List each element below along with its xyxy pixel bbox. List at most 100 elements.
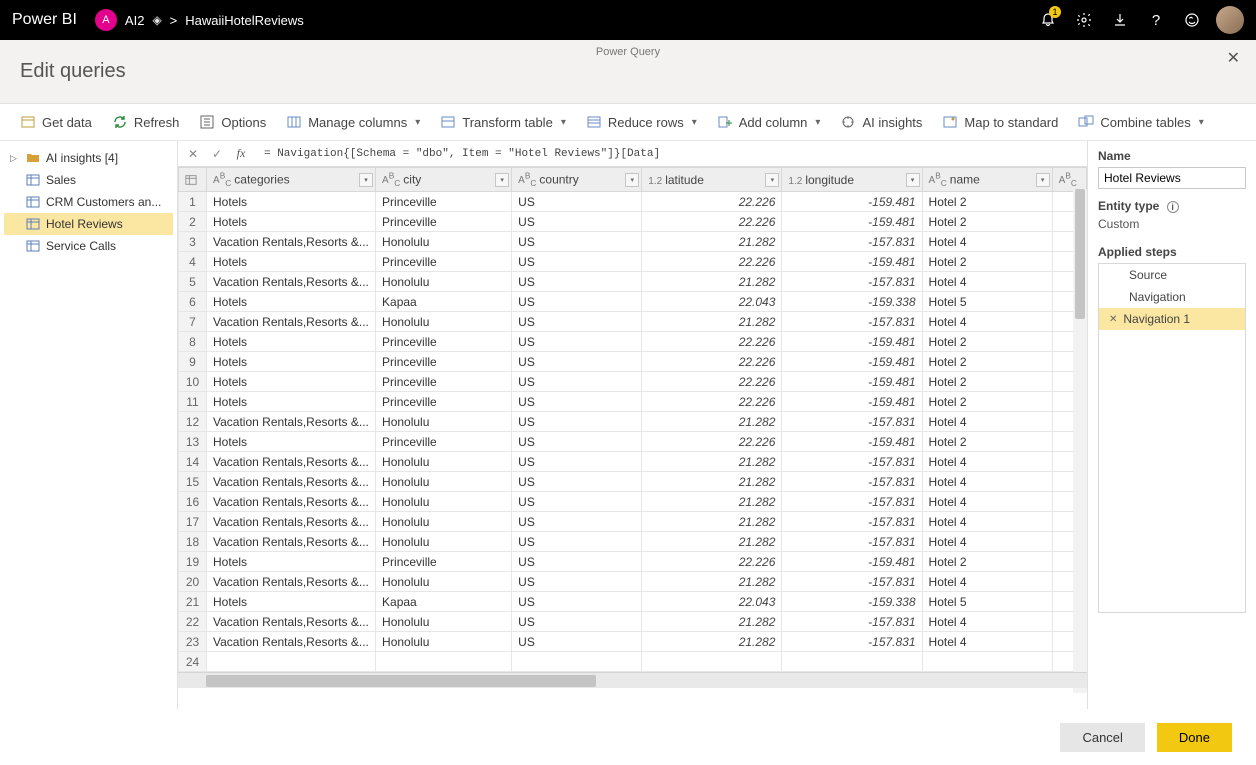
cell-city[interactable]: Honolulu xyxy=(376,632,512,652)
table-row[interactable]: 10 Hotels Princeville US 22.226 -159.481… xyxy=(179,372,1087,392)
cell-name[interactable]: Hotel 2 xyxy=(922,212,1052,232)
table-row[interactable]: 18 Vacation Rentals,Resorts &... Honolul… xyxy=(179,532,1087,552)
query-name-input[interactable] xyxy=(1098,167,1246,189)
cell-country[interactable]: US xyxy=(512,532,642,552)
horizontal-scrollbar[interactable] xyxy=(178,672,1087,688)
cell-country[interactable] xyxy=(512,652,642,672)
cell-longitude[interactable]: -157.831 xyxy=(782,472,922,492)
row-number[interactable]: 24 xyxy=(179,652,207,672)
table-row[interactable]: 19 Hotels Princeville US 22.226 -159.481… xyxy=(179,552,1087,572)
cell-country[interactable]: US xyxy=(512,432,642,452)
cell-city[interactable]: Honolulu xyxy=(376,412,512,432)
feedback-button[interactable] xyxy=(1174,0,1210,40)
cell-latitude[interactable]: 22.226 xyxy=(642,352,782,372)
file-name[interactable]: HawaiiHotelReviews xyxy=(185,13,304,28)
cell-country[interactable]: US xyxy=(512,292,642,312)
cell-country[interactable]: US xyxy=(512,272,642,292)
column-header[interactable]: ABCcategories▾ xyxy=(207,168,376,192)
cell-country[interactable]: US xyxy=(512,572,642,592)
cell-name[interactable]: Hotel 4 xyxy=(922,452,1052,472)
filter-dropdown-icon[interactable]: ▾ xyxy=(359,173,373,187)
cell-latitude[interactable]: 21.282 xyxy=(642,232,782,252)
cell-latitude[interactable]: 22.226 xyxy=(642,372,782,392)
formula-accept-button[interactable]: ✓ xyxy=(208,145,226,163)
cell-country[interactable]: US xyxy=(512,252,642,272)
cell-longitude[interactable]: -159.481 xyxy=(782,392,922,412)
table-row[interactable]: 5 Vacation Rentals,Resorts &... Honolulu… xyxy=(179,272,1087,292)
row-number[interactable]: 9 xyxy=(179,352,207,372)
cell-name[interactable]: Hotel 4 xyxy=(922,612,1052,632)
cell-latitude[interactable]: 22.226 xyxy=(642,392,782,412)
cell-categories[interactable]: Hotels xyxy=(207,552,376,572)
cell-categories[interactable] xyxy=(207,652,376,672)
cell-longitude[interactable]: -157.831 xyxy=(782,492,922,512)
table-row[interactable]: 4 Hotels Princeville US 22.226 -159.481 … xyxy=(179,252,1087,272)
cell-country[interactable]: US xyxy=(512,512,642,532)
cell-longitude[interactable]: -159.481 xyxy=(782,332,922,352)
cell-longitude[interactable]: -157.831 xyxy=(782,612,922,632)
cell-city[interactable]: Princeville xyxy=(376,372,512,392)
cell-name[interactable]: Hotel 5 xyxy=(922,592,1052,612)
user-avatar[interactable] xyxy=(1216,6,1244,34)
row-number[interactable]: 7 xyxy=(179,312,207,332)
table-row[interactable]: 9 Hotels Princeville US 22.226 -159.481 … xyxy=(179,352,1087,372)
cell-country[interactable]: US xyxy=(512,492,642,512)
cell-name[interactable]: Hotel 4 xyxy=(922,572,1052,592)
cell-city[interactable]: Princeville xyxy=(376,352,512,372)
cell-longitude[interactable]: -159.481 xyxy=(782,372,922,392)
add-column-button[interactable]: Add column ▾ xyxy=(709,110,829,134)
table-row[interactable]: 13 Hotels Princeville US 22.226 -159.481… xyxy=(179,432,1087,452)
cell-name[interactable]: Hotel 2 xyxy=(922,372,1052,392)
row-number[interactable]: 3 xyxy=(179,232,207,252)
cell-country[interactable]: US xyxy=(512,472,642,492)
options-button[interactable]: Options xyxy=(191,110,274,134)
workspace-name[interactable]: AI2 xyxy=(125,13,145,28)
row-number[interactable]: 21 xyxy=(179,592,207,612)
cell-name[interactable]: Hotel 4 xyxy=(922,272,1052,292)
cell-city[interactable] xyxy=(376,652,512,672)
cell-longitude[interactable]: -157.831 xyxy=(782,512,922,532)
cell-categories[interactable]: Vacation Rentals,Resorts &... xyxy=(207,472,376,492)
cell-latitude[interactable]: 22.226 xyxy=(642,332,782,352)
cell-country[interactable]: US xyxy=(512,412,642,432)
cell-city[interactable]: Princeville xyxy=(376,432,512,452)
manage-columns-button[interactable]: Manage columns ▾ xyxy=(278,110,428,134)
query-item[interactable]: Service Calls xyxy=(4,235,173,257)
column-header[interactable]: ABCname▾ xyxy=(922,168,1052,192)
table-row[interactable]: 17 Vacation Rentals,Resorts &... Honolul… xyxy=(179,512,1087,532)
cell-city[interactable]: Princeville xyxy=(376,332,512,352)
cell-name[interactable]: Hotel 4 xyxy=(922,412,1052,432)
cell-name[interactable]: Hotel 4 xyxy=(922,232,1052,252)
cell-longitude[interactable] xyxy=(782,652,922,672)
refresh-button[interactable]: Refresh xyxy=(104,110,188,134)
info-icon[interactable]: i xyxy=(1167,201,1179,213)
cell-categories[interactable]: Vacation Rentals,Resorts &... xyxy=(207,532,376,552)
cell-longitude[interactable]: -159.481 xyxy=(782,432,922,452)
cell-categories[interactable]: Hotels xyxy=(207,392,376,412)
table-row[interactable]: 20 Vacation Rentals,Resorts &... Honolul… xyxy=(179,572,1087,592)
cell-city[interactable]: Princeville xyxy=(376,212,512,232)
cell-longitude[interactable]: -157.831 xyxy=(782,572,922,592)
cell-city[interactable]: Kapaa xyxy=(376,592,512,612)
done-button[interactable]: Done xyxy=(1157,723,1232,752)
table-row[interactable]: 7 Vacation Rentals,Resorts &... Honolulu… xyxy=(179,312,1087,332)
cell-latitude[interactable]: 21.282 xyxy=(642,532,782,552)
query-item[interactable]: Hotel Reviews xyxy=(4,213,173,235)
cell-country[interactable]: US xyxy=(512,392,642,412)
row-number[interactable]: 4 xyxy=(179,252,207,272)
cell-city[interactable]: Princeville xyxy=(376,392,512,412)
row-number[interactable]: 18 xyxy=(179,532,207,552)
cell-categories[interactable]: Hotels xyxy=(207,192,376,212)
table-row[interactable]: 1 Hotels Princeville US 22.226 -159.481 … xyxy=(179,192,1087,212)
cell-city[interactable]: Honolulu xyxy=(376,572,512,592)
cell-categories[interactable]: Vacation Rentals,Resorts &... xyxy=(207,612,376,632)
cell-country[interactable]: US xyxy=(512,192,642,212)
cell-name[interactable]: Hotel 4 xyxy=(922,512,1052,532)
table-row[interactable]: 22 Vacation Rentals,Resorts &... Honolul… xyxy=(179,612,1087,632)
cell-name[interactable]: Hotel 4 xyxy=(922,632,1052,652)
cell-categories[interactable]: Hotels xyxy=(207,372,376,392)
cell-latitude[interactable]: 21.282 xyxy=(642,272,782,292)
row-number[interactable]: 19 xyxy=(179,552,207,572)
cell-country[interactable]: US xyxy=(512,332,642,352)
table-row[interactable]: 6 Hotels Kapaa US 22.043 -159.338 Hotel … xyxy=(179,292,1087,312)
